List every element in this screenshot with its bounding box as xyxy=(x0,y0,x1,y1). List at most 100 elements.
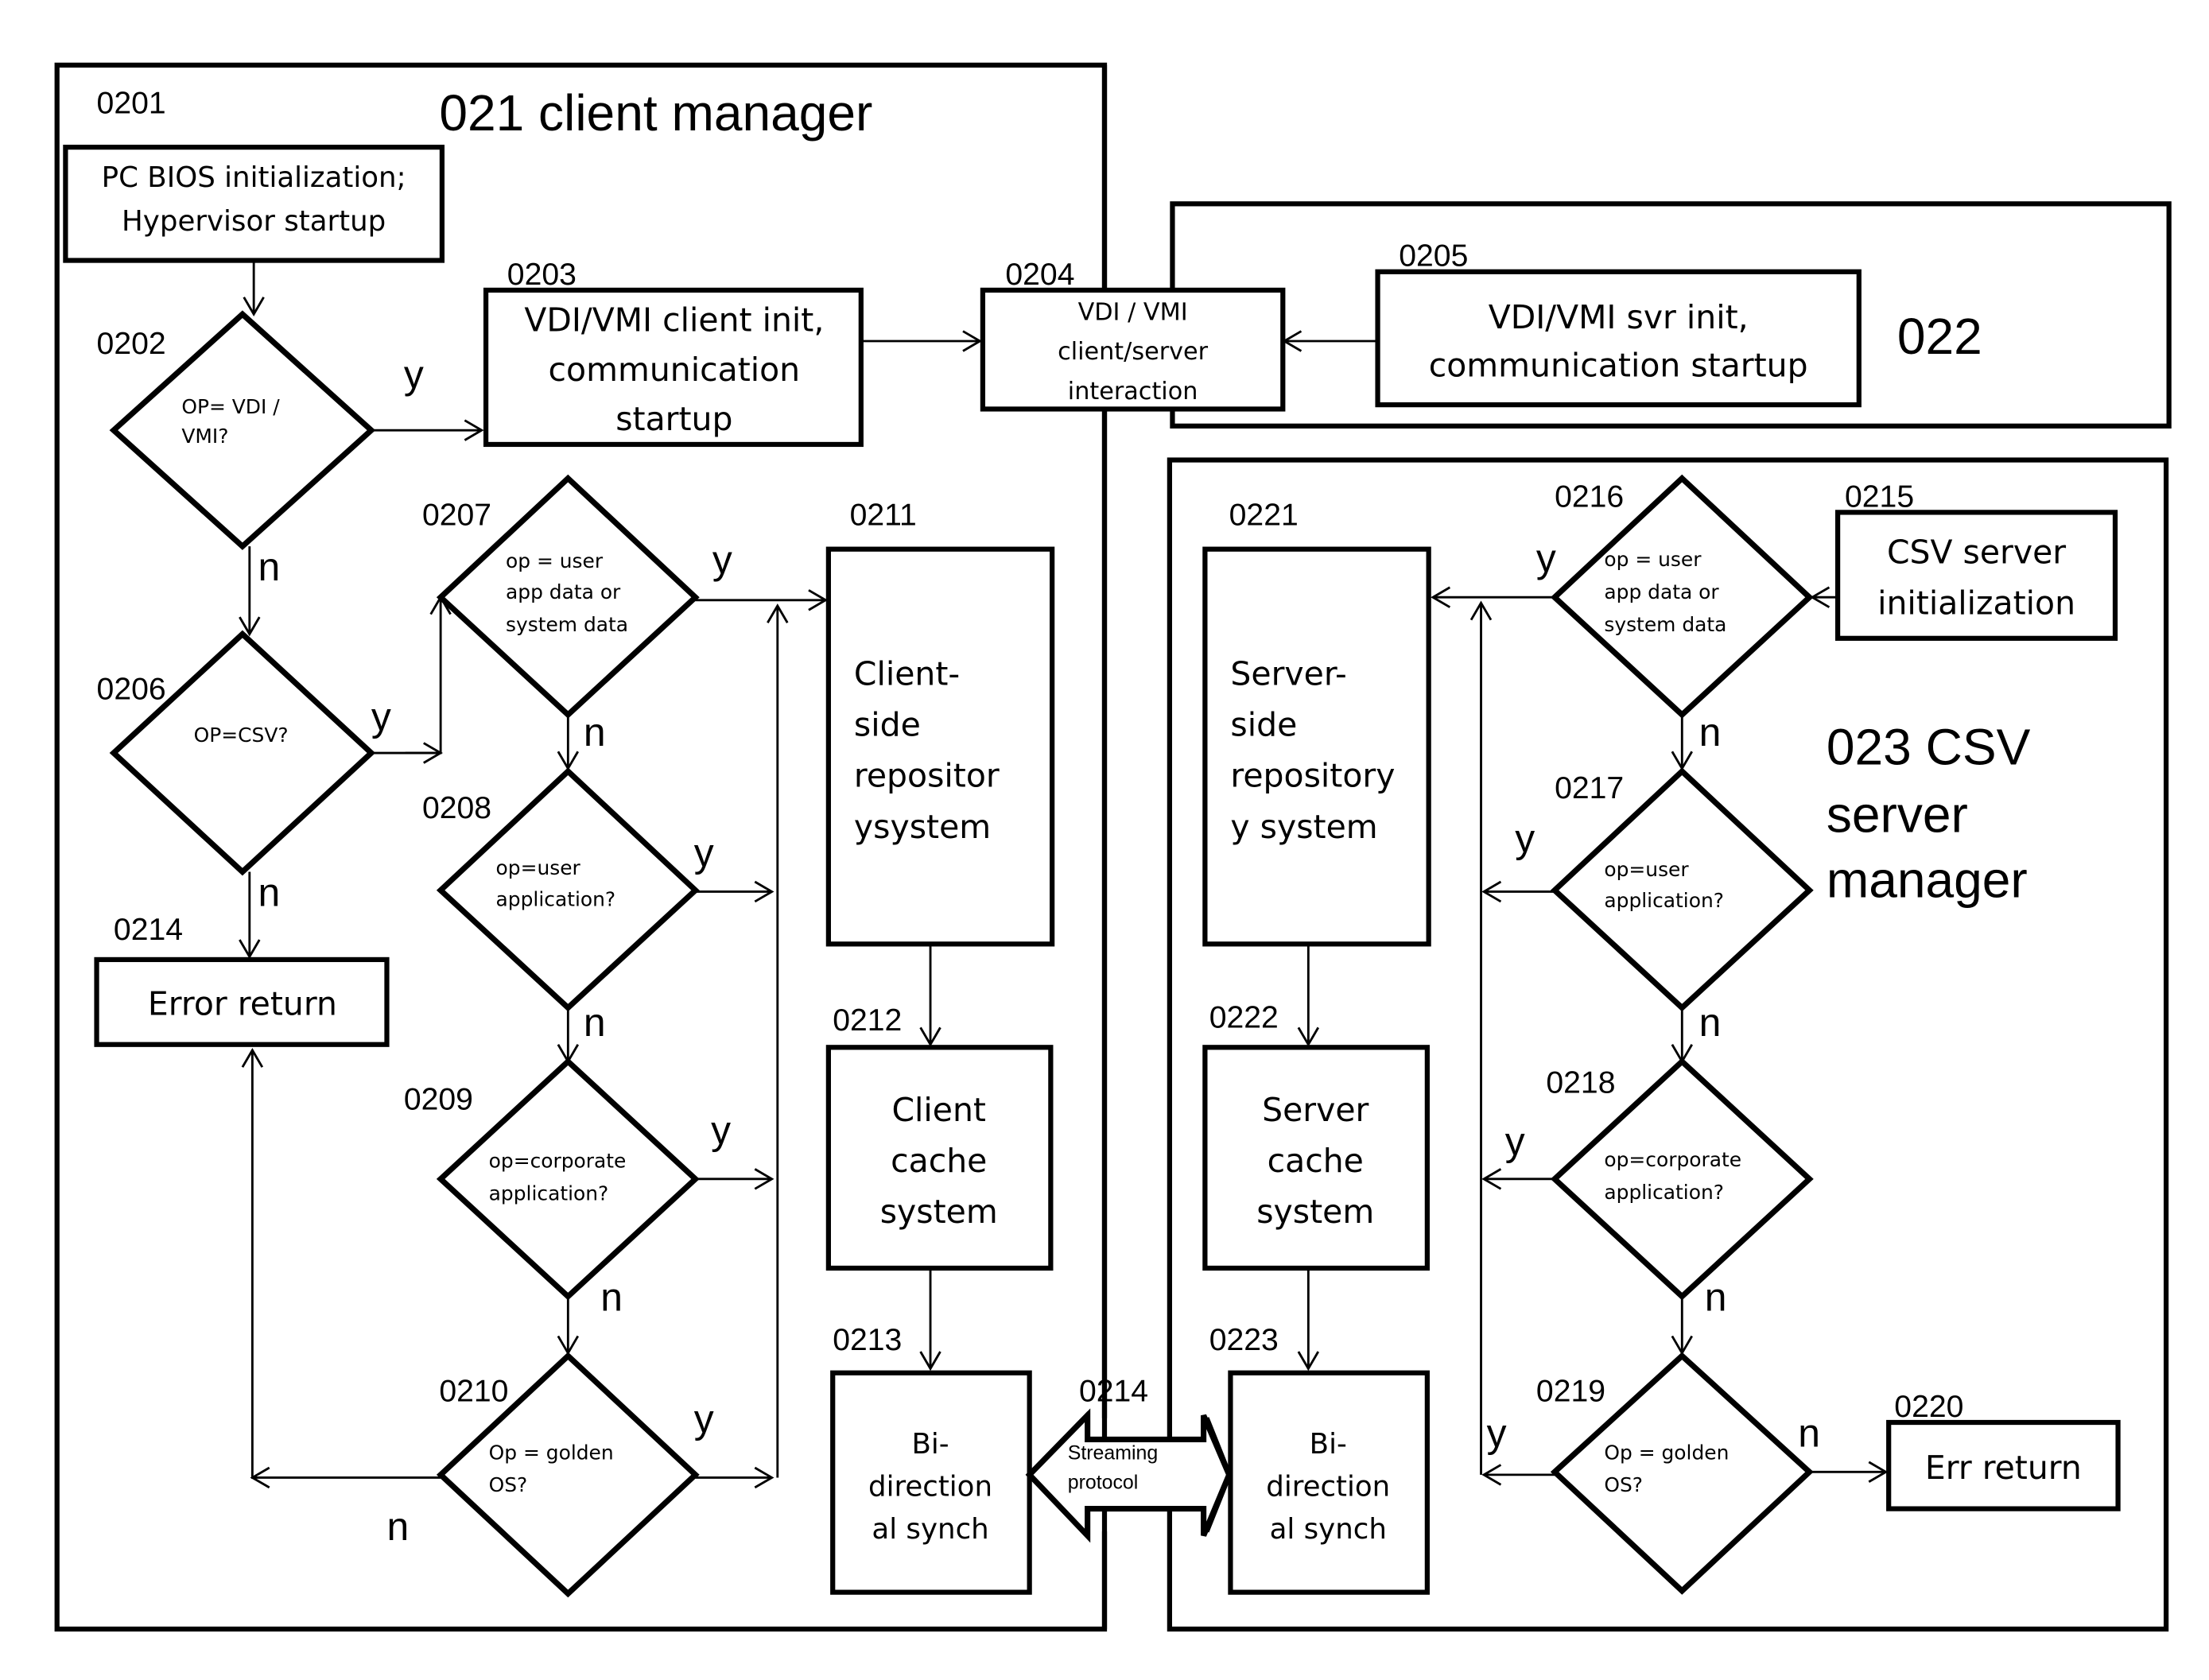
node-0205-vdi-server-init: 0205 VDI/VMI svr init, communication sta… xyxy=(1375,239,1862,408)
node-0203-vdi-client-init: 0203 VDI/VMI client init, communication … xyxy=(483,258,864,448)
node-text: client/server xyxy=(1058,338,1209,366)
node-text: Client xyxy=(891,1091,986,1129)
csv-server-title-line1: 023 CSV xyxy=(1827,718,2031,775)
node-0214-streaming-protocol: 0214 Streaming protocol xyxy=(1025,1374,1233,1543)
node-text: CSV server xyxy=(1887,533,2066,571)
node-text: Bi- xyxy=(1310,1428,1347,1461)
csv-server-title-line3: manager xyxy=(1827,852,2028,909)
edge-label-no: n xyxy=(600,1275,623,1319)
node-text: PC BIOS initialization; xyxy=(102,161,406,194)
node-0209-corporate-application-decision: 0209 op=corporate application? y n xyxy=(404,1057,731,1319)
node-0210-golden-os-decision: 0210 Op = golden OS? y n xyxy=(386,1352,714,1598)
node-ref: 0219 xyxy=(1536,1374,1605,1408)
node-text: direction xyxy=(1266,1471,1390,1503)
node-0207-user-app-or-system-data-decision: 0207 op = user app data or system data y… xyxy=(422,474,732,755)
node-ref: 0212 xyxy=(833,1003,902,1038)
node-text: app data or xyxy=(1604,580,1719,603)
node-ref: 0221 xyxy=(1229,498,1299,532)
edge-label-yes: y xyxy=(712,537,732,582)
edge-label-no: n xyxy=(258,545,280,589)
node-text: app data or xyxy=(506,580,621,603)
node-ref: 0207 xyxy=(422,498,491,532)
node-text: side xyxy=(1230,706,1297,744)
edge-label-no: n xyxy=(1798,1410,1820,1455)
edge-label-yes: y xyxy=(1515,817,1535,861)
node-text: VMI? xyxy=(181,425,228,448)
node-text: op=corporate xyxy=(489,1150,627,1173)
node-ref: 0215 xyxy=(1845,479,1914,514)
node-text: Hypervisor startup xyxy=(122,205,386,238)
node-text: al synch xyxy=(872,1513,988,1546)
node-text: repository xyxy=(1230,757,1395,795)
node-0215-csv-server-init: 0215 CSV server initialization xyxy=(1834,479,2118,641)
node-text: op=corporate xyxy=(1604,1148,1741,1171)
vdi-server-title: 022 xyxy=(1897,308,1982,365)
node-text: Server- xyxy=(1230,655,1346,693)
edge-label-no: n xyxy=(1699,710,1722,755)
node-text: application? xyxy=(489,1182,609,1205)
edge-label-yes: y xyxy=(694,830,714,875)
node-ref: 0213 xyxy=(833,1323,902,1357)
edge-label-yes: y xyxy=(694,1396,714,1441)
node-text: Op = golden xyxy=(489,1441,614,1464)
node-0214-error-return: 0214 Error return xyxy=(94,913,390,1047)
node-text: op = user xyxy=(506,549,604,572)
node-ref: 0208 xyxy=(422,791,491,825)
node-ref: 0204 xyxy=(1005,258,1074,292)
node-text: OP= VDI / xyxy=(181,395,280,418)
node-ref: 0216 xyxy=(1555,479,1624,514)
node-text: communication startup xyxy=(1429,347,1808,385)
node-text: startup xyxy=(615,400,732,438)
node-text: repositor xyxy=(854,757,1000,795)
flowchart: 021 client manager 022 023 CSV server ma… xyxy=(54,62,2172,1632)
node-text: interaction xyxy=(1068,378,1198,405)
edge-label-no: n xyxy=(1705,1275,1727,1319)
node-text: OP=CSV? xyxy=(194,724,289,747)
node-text: application? xyxy=(496,887,616,910)
node-text: al synch xyxy=(1270,1513,1387,1546)
edge-label-no: n xyxy=(1699,1000,1722,1045)
node-ref: 0222 xyxy=(1209,1000,1279,1034)
node-text: cache xyxy=(1268,1142,1364,1180)
node-ref: 0211 xyxy=(850,498,917,532)
node-text: ysystem xyxy=(854,808,991,846)
node-text: Err return xyxy=(1925,1449,2082,1487)
node-ref: 0220 xyxy=(1894,1390,1963,1424)
node-text: OS? xyxy=(489,1473,528,1496)
node-text: system xyxy=(880,1193,998,1231)
node-text: Bi- xyxy=(911,1428,949,1461)
node-text: protocol xyxy=(1068,1472,1139,1494)
node-0211-client-side-repository: 0211 Client- side repositor ysystem xyxy=(825,498,1055,947)
node-0217-user-application-decision: 0217 op=user application? y n xyxy=(1515,767,1814,1045)
node-0201-bios-init: 0201 PC BIOS initialization; Hypervisor … xyxy=(63,86,445,263)
node-0221-server-side-repository: 0221 Server- side repository y system xyxy=(1202,498,1431,947)
edge-label-yes: y xyxy=(1536,536,1556,580)
node-ref: 0210 xyxy=(439,1374,508,1408)
node-0219-golden-os-decision: 0219 Op = golden OS? y n xyxy=(1487,1352,1820,1595)
node-ref: 0202 xyxy=(97,327,166,361)
node-text: cache xyxy=(891,1142,987,1180)
node-0206-op-csv-decision: 0206 OP=CSV? y n xyxy=(97,630,391,914)
node-text: VDI/VMI svr init, xyxy=(1489,298,1749,336)
edge-label-no: n xyxy=(386,1504,409,1549)
node-ref: 0205 xyxy=(1399,239,1468,274)
node-0212-client-cache: 0212 Client cache system xyxy=(825,1003,1054,1271)
client-manager-title: 021 client manager xyxy=(439,84,872,142)
node-0204-client-server-interaction: 0204 VDI / VMI client/server interaction xyxy=(980,258,1286,412)
node-0223-server-bidirectional-synch: 0223 Bi- direction al synch xyxy=(1209,1323,1430,1595)
edge-label-yes: y xyxy=(711,1108,731,1152)
node-text: application? xyxy=(1604,1181,1724,1204)
edge-label-no: n xyxy=(584,710,606,755)
node-0216-user-app-or-system-data-decision: 0216 op = user app data or system data y… xyxy=(1536,474,1814,755)
node-text: op=user xyxy=(1604,858,1689,881)
node-text: Op = golden xyxy=(1604,1441,1729,1464)
node-0208-user-application-decision: 0208 op=user application? y n xyxy=(422,767,714,1045)
csv-server-title-line2: server xyxy=(1827,786,1968,844)
edge-label-yes: y xyxy=(404,352,424,397)
edge-label-yes: y xyxy=(371,695,391,739)
node-text: VDI / VMI xyxy=(1078,298,1188,326)
node-ref: 0214 xyxy=(114,913,183,947)
node-text: y system xyxy=(1230,808,1377,846)
node-ref: 0209 xyxy=(404,1083,473,1117)
node-ref: 0203 xyxy=(507,258,577,292)
